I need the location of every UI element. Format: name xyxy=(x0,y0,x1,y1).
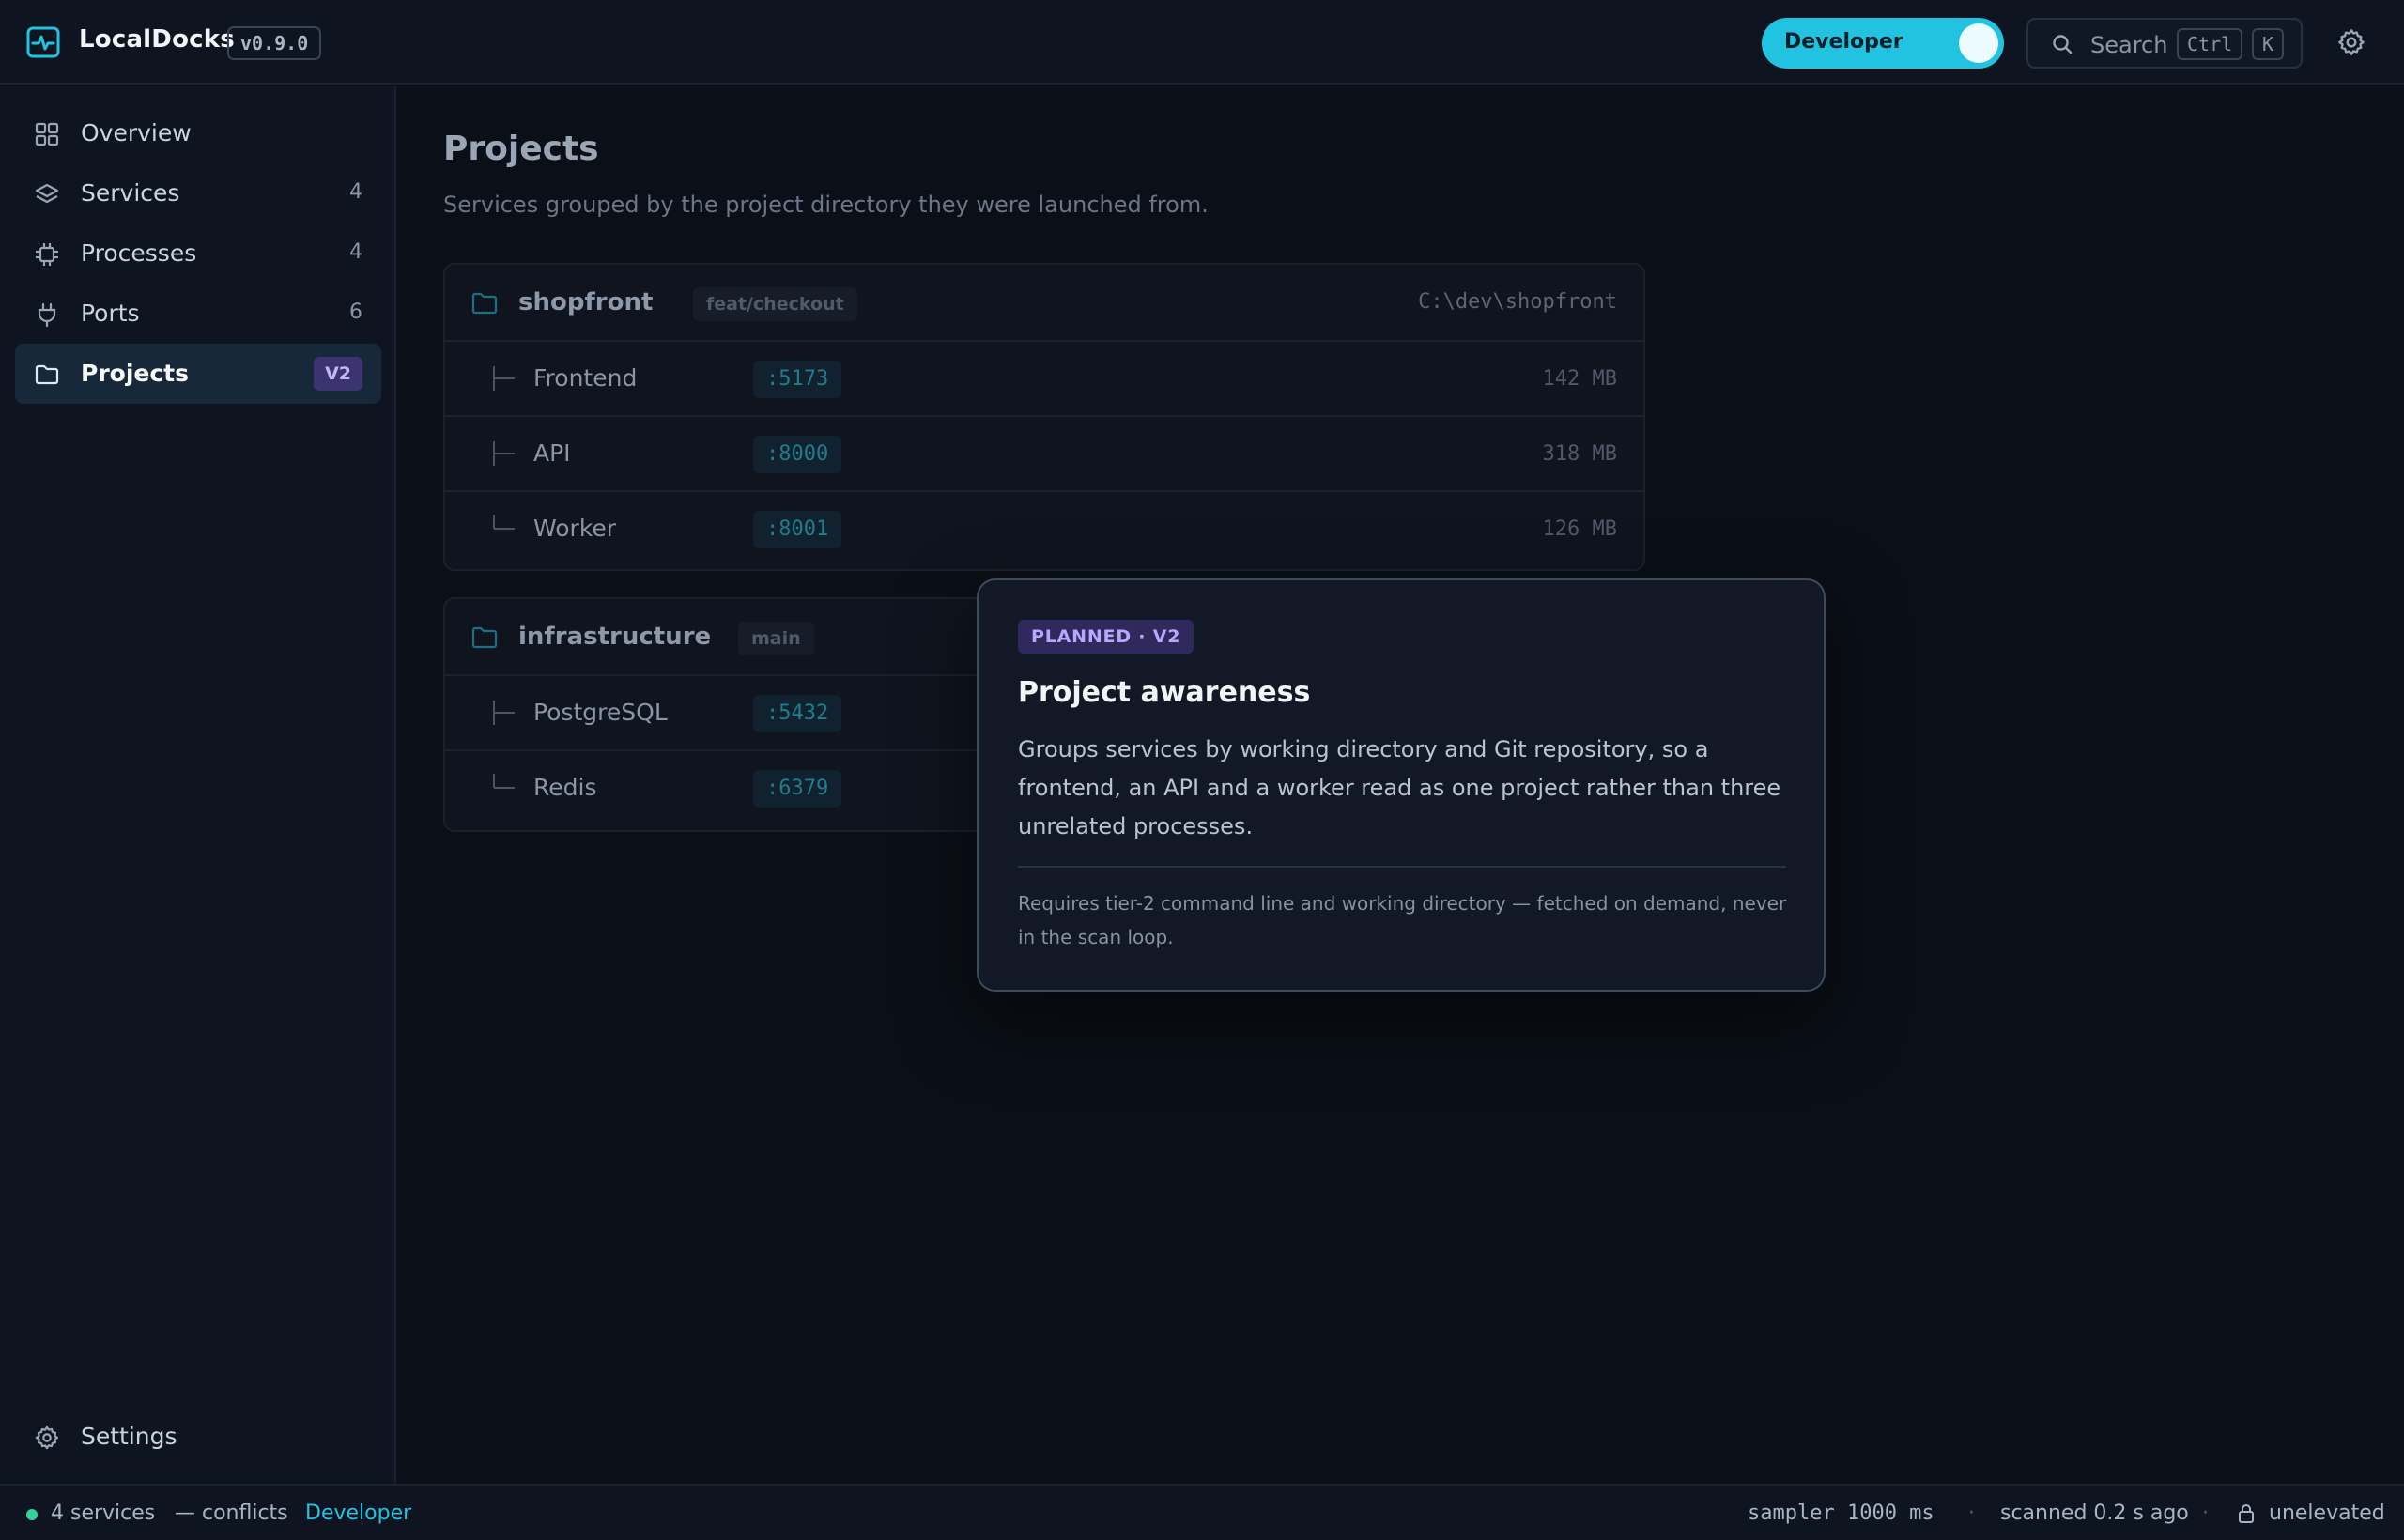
service-name: PostgreSQL xyxy=(533,699,668,726)
mode-indicator[interactable]: Developer xyxy=(305,1502,411,1525)
toggle-knob xyxy=(1959,23,1998,63)
top-bar: LocalDocks v0.9.0 Developer Search Ctrl … xyxy=(0,0,2404,85)
sidebar-item-label: Processes xyxy=(81,239,197,267)
sidebar-item-label: Settings xyxy=(81,1423,177,1450)
popover-title: Project awareness xyxy=(1018,676,1311,709)
project-path: C:\dev\shopfront xyxy=(1418,290,1617,314)
sidebar-item-ports[interactable]: Ports 6 xyxy=(15,284,381,344)
service-name: Worker xyxy=(533,515,617,542)
search-label: Search xyxy=(2090,32,2168,58)
pulse-logo-icon xyxy=(26,26,60,58)
page-subtitle: Services grouped by the project director… xyxy=(443,192,1209,218)
services-count: 4 services xyxy=(51,1502,156,1525)
shortcut-key-k: K xyxy=(2252,28,2285,60)
sidebar-item-services[interactable]: Services 4 xyxy=(15,163,381,223)
app-name: LocalDocks xyxy=(79,25,235,54)
folder-icon xyxy=(471,626,498,649)
memory-usage: 318 MB xyxy=(1542,442,1617,466)
sidebar: Overview Services 4 Processes 4 Ports 6 … xyxy=(0,86,396,1484)
tree-branch-icon xyxy=(490,695,520,731)
sidebar-item-overview[interactable]: Overview xyxy=(15,103,381,163)
tree-branch-icon xyxy=(490,436,520,471)
popover-footnote: Requires tier-2 command line and working… xyxy=(1018,892,1787,948)
conflicts-status: — conflicts xyxy=(175,1502,288,1525)
plug-icon xyxy=(34,301,60,328)
sidebar-item-count: 4 xyxy=(349,240,362,264)
lock-icon xyxy=(2237,1502,2256,1525)
sidebar-item-projects[interactable]: Projects V2 xyxy=(15,344,381,404)
folder-icon xyxy=(471,292,498,315)
table-row[interactable]: Frontend :5173 142 MB xyxy=(445,342,1643,417)
divider xyxy=(1018,866,1786,868)
developer-mode-toggle[interactable]: Developer xyxy=(1762,18,2004,69)
port-chip[interactable]: :5173 xyxy=(753,361,842,398)
folder-icon xyxy=(34,362,60,388)
project-name: infrastructure xyxy=(518,623,712,651)
port-chip[interactable]: :8001 xyxy=(753,511,842,548)
mode-toggle-label: Developer xyxy=(1784,30,1903,54)
sidebar-item-settings[interactable]: Settings xyxy=(15,1407,381,1467)
sampler-interval: sampler 1000 ms xyxy=(1748,1502,1934,1525)
separator: · xyxy=(1968,1502,1975,1525)
branch-tag: main xyxy=(738,622,814,655)
sidebar-item-label: Overview xyxy=(81,119,192,146)
project-card-shopfront: shopfront feat/checkout C:\dev\shopfront… xyxy=(443,263,1645,571)
table-row[interactable]: Worker :8001 126 MB xyxy=(445,492,1643,567)
project-name: shopfront xyxy=(518,288,654,316)
branch-tag: feat/checkout xyxy=(693,287,857,321)
elevation-status: unelevated xyxy=(2269,1502,2385,1525)
feature-popover: PLANNED · V2 Project awareness Groups se… xyxy=(977,578,1826,992)
layers-icon xyxy=(34,181,60,208)
sidebar-item-label: Projects xyxy=(81,360,190,387)
sidebar-item-label: Ports xyxy=(81,300,140,327)
service-name: Redis xyxy=(533,774,597,801)
last-scanned: scanned 0.2 s ago xyxy=(2000,1502,2189,1525)
page-title: Projects xyxy=(443,130,599,168)
service-name: API xyxy=(533,439,571,467)
v2-badge: V2 xyxy=(314,357,362,391)
sidebar-item-count: 6 xyxy=(349,300,362,324)
settings-gear-icon[interactable] xyxy=(2336,27,2366,57)
status-bar: 4 services — conflicts Developer sampler… xyxy=(0,1484,2404,1540)
grid-icon xyxy=(34,121,60,147)
project-header[interactable]: shopfront feat/checkout C:\dev\shopfront xyxy=(445,265,1643,342)
planned-v2-pill: PLANNED · V2 xyxy=(1018,620,1194,654)
search-icon xyxy=(2051,33,2073,55)
port-chip[interactable]: :5432 xyxy=(753,695,842,732)
sidebar-item-processes[interactable]: Processes 4 xyxy=(15,223,381,284)
shortcut-key-ctrl: Ctrl xyxy=(2177,28,2243,60)
gear-icon xyxy=(34,1424,60,1451)
memory-usage: 142 MB xyxy=(1542,367,1617,391)
popover-body: Groups services by working directory and… xyxy=(1018,736,1781,839)
sidebar-item-label: Services xyxy=(81,179,180,207)
tree-end-icon xyxy=(490,770,520,806)
version-badge: v0.9.0 xyxy=(227,26,322,60)
service-name: Frontend xyxy=(533,364,638,392)
port-chip[interactable]: :6379 xyxy=(753,770,842,808)
separator: · xyxy=(2202,1502,2209,1525)
sidebar-item-count: 4 xyxy=(349,180,362,204)
memory-usage: 126 MB xyxy=(1542,517,1617,541)
tree-end-icon xyxy=(490,511,520,547)
tree-branch-icon xyxy=(490,361,520,396)
status-dot xyxy=(26,1509,38,1520)
port-chip[interactable]: :8000 xyxy=(753,436,842,473)
table-row[interactable]: API :8000 318 MB xyxy=(445,417,1643,492)
cpu-icon xyxy=(34,241,60,268)
search-button[interactable]: Search Ctrl K xyxy=(2026,18,2303,69)
